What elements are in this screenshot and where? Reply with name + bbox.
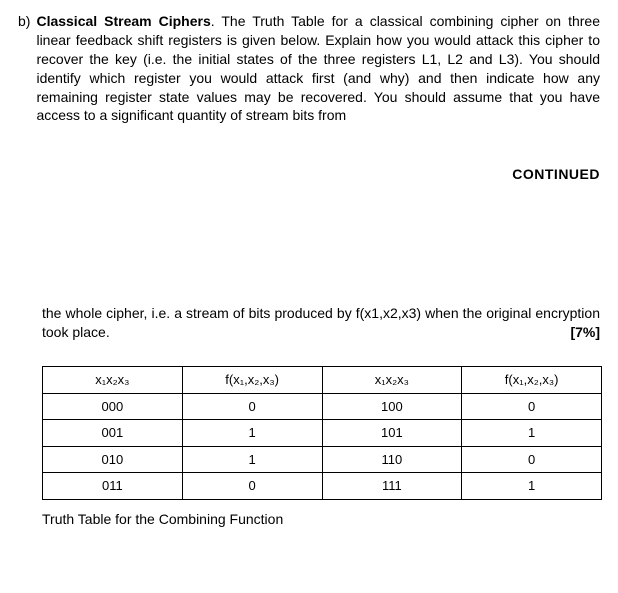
th-right-input: x₁x₂x₃ [322,367,462,394]
cell-r-in: 111 [322,473,462,500]
cell-l-out: 1 [182,420,322,447]
truth-table: x₁x₂x₃ f(x₁,x₂,x₃) x₁x₂x₃ f(x₁,x₂,x₃) 00… [42,366,602,500]
table-row: 001 1 101 1 [43,420,602,447]
table-row: 000 0 100 0 [43,393,602,420]
th-right-output: f(x₁,x₂,x₃) [462,367,602,394]
cell-r-out: 1 [462,473,602,500]
table-caption: Truth Table for the Combining Function [42,510,600,529]
paragraph-2-text: the whole cipher, i.e. a stream of bits … [42,305,600,340]
th-left-output: f(x₁,x₂,x₃) [182,367,322,394]
question-body: Classical Stream Ciphers. The Truth Tabl… [36,12,600,125]
cell-l-out: 1 [182,446,322,473]
marks-label: [7%] [570,323,600,342]
cell-r-in: 110 [322,446,462,473]
cell-l-in: 000 [43,393,183,420]
paragraph-2: the whole cipher, i.e. a stream of bits … [42,304,600,342]
cell-r-out: 0 [462,446,602,473]
cell-r-in: 101 [322,420,462,447]
cell-l-out: 0 [182,473,322,500]
question-text-1: . The Truth Table for a classical combin… [36,13,600,123]
cell-r-in: 100 [322,393,462,420]
cell-l-in: 010 [43,446,183,473]
cell-r-out: 0 [462,393,602,420]
cell-l-in: 011 [43,473,183,500]
table-row: 011 0 111 1 [43,473,602,500]
th-left-input: x₁x₂x₃ [43,367,183,394]
question-label: b) [18,12,30,125]
question-block: b) Classical Stream Ciphers. The Truth T… [18,12,600,125]
cell-r-out: 1 [462,420,602,447]
continued-label: CONTINUED [18,165,600,184]
cell-l-in: 001 [43,420,183,447]
table-row: 010 1 110 0 [43,446,602,473]
question-title: Classical Stream Ciphers [36,13,210,29]
cell-l-out: 0 [182,393,322,420]
table-header-row: x₁x₂x₃ f(x₁,x₂,x₃) x₁x₂x₃ f(x₁,x₂,x₃) [43,367,602,394]
